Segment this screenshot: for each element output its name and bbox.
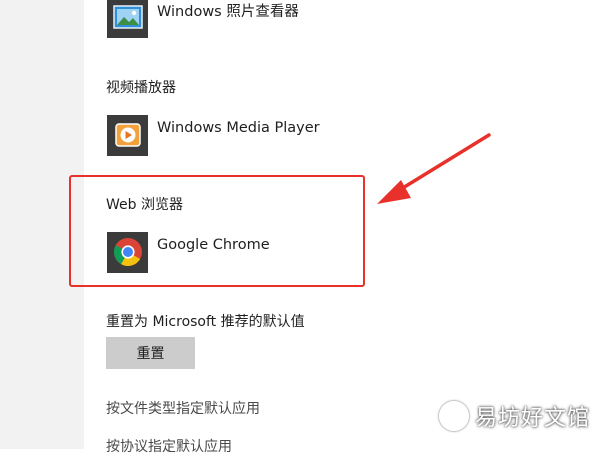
- reset-button[interactable]: 重置: [106, 337, 195, 369]
- watermark: 易坊好文馆: [438, 400, 590, 432]
- video-player-app[interactable]: Windows Media Player: [107, 114, 320, 156]
- watermark-logo-icon: [438, 401, 469, 431]
- watermark-text: 易坊好文馆: [474, 406, 590, 431]
- photo-viewer-app[interactable]: Windows 照片查看器: [107, 0, 299, 38]
- red-arrow-icon: [377, 133, 491, 204]
- choose-defaults-by-protocol-link[interactable]: 按协议指定默认应用: [106, 436, 232, 456]
- reset-label: 重置为 Microsoft 推荐的默认值: [106, 314, 305, 330]
- choose-defaults-by-file-type-link[interactable]: 按文件类型指定默认应用: [106, 398, 260, 418]
- video-player-section-label: 视频播放器: [106, 80, 176, 96]
- media-player-icon: [107, 114, 148, 156]
- photo-viewer-name: Windows 照片查看器: [157, 3, 299, 20]
- photo-viewer-icon: [107, 0, 148, 38]
- video-player-name: Windows Media Player: [157, 120, 320, 136]
- highlight-box: [69, 175, 365, 287]
